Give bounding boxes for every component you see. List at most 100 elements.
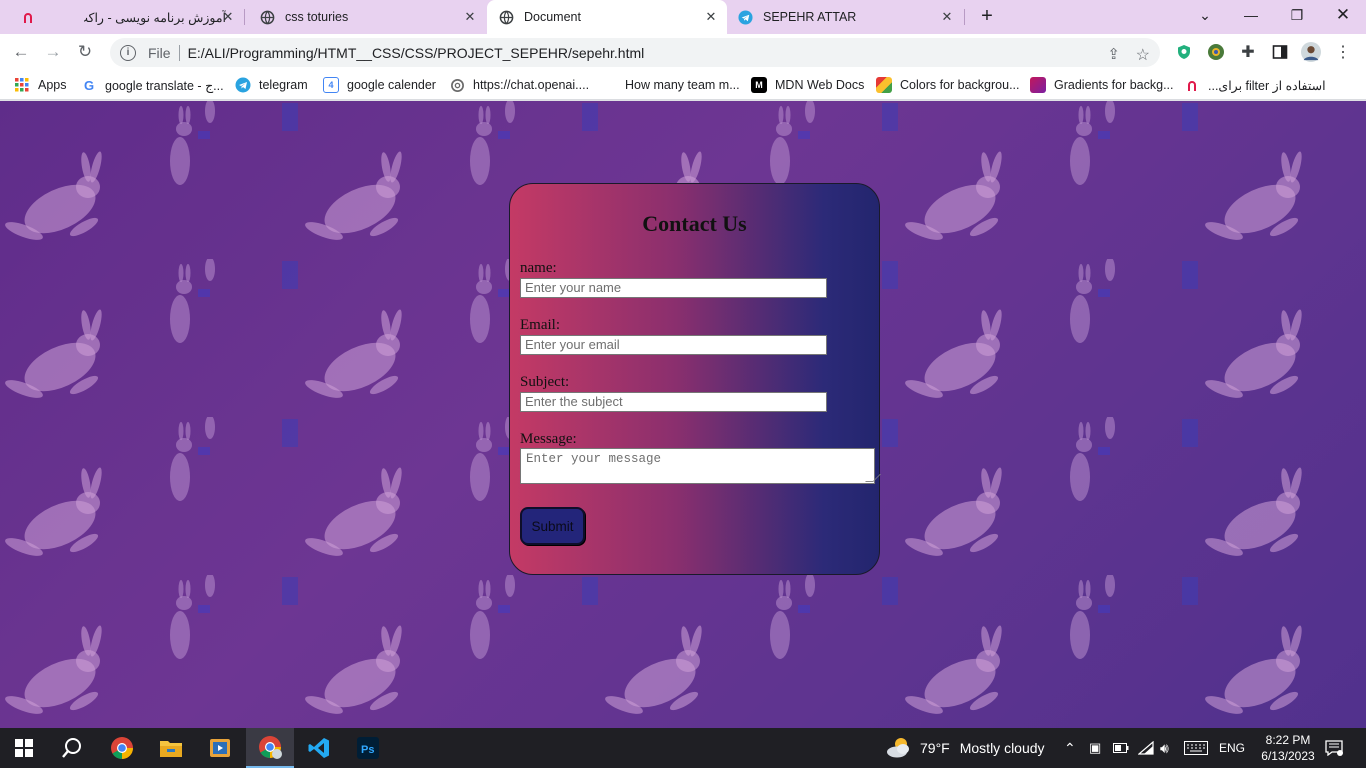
meet-now-icon[interactable]: ▣: [1089, 728, 1101, 768]
bookmark-google-calendar[interactable]: 4 google calender: [323, 75, 436, 95]
email-label: Email:: [520, 317, 560, 333]
search-icon[interactable]: [48, 728, 96, 768]
bookmark-label: MDN Web Docs: [775, 78, 865, 92]
vscode-icon[interactable]: [295, 728, 343, 768]
tab-title: آموزش برنامه نویسی - راکت: [84, 10, 226, 25]
tab-title: Document: [524, 10, 581, 24]
weather-temp: 79°F: [920, 740, 950, 756]
weather-widget[interactable]: 79°F Mostly cloudy: [886, 728, 1045, 768]
windows-start-icon[interactable]: [0, 728, 48, 768]
close-icon[interactable]: ✕: [462, 9, 478, 25]
photoshop-icon[interactable]: Ps: [344, 728, 392, 768]
tab-title: SEPEHR ATTAR: [763, 10, 857, 24]
bookmark-label: Gradients for backg...: [1054, 78, 1174, 92]
back-icon[interactable]: ←: [9, 40, 33, 64]
bookmark-google-translate[interactable]: G google translate - ج...: [81, 75, 224, 95]
globe-icon: [259, 9, 275, 25]
share-icon[interactable]: ⇪: [1107, 45, 1120, 63]
close-icon[interactable]: ✕: [939, 9, 955, 25]
avatar[interactable]: [1301, 42, 1321, 62]
bookmark-telegram[interactable]: telegram: [235, 75, 308, 95]
name-input[interactable]: Enter your name: [520, 278, 827, 298]
bookmark-team[interactable]: How many team m...: [601, 75, 740, 95]
page-viewport: Contact Us name: Enter your name Email: …: [0, 101, 1366, 728]
minimize-icon[interactable]: —: [1228, 0, 1274, 30]
clock-time: 8:22 PM: [1265, 733, 1311, 747]
resize-handle-icon[interactable]: [865, 474, 881, 482]
star-icon[interactable]: ☆: [1136, 45, 1150, 65]
tab-strip: آموزش برنامه نویسی - راکت ✕ css toturies…: [0, 0, 1366, 34]
clock[interactable]: 8:22 PM 6/13/2023: [1257, 728, 1319, 768]
email-input[interactable]: Enter your email: [520, 335, 827, 355]
file-explorer-icon[interactable]: [147, 728, 195, 768]
rocket-favicon-icon: [1184, 77, 1200, 93]
tab-search-icon[interactable]: [8, 0, 44, 34]
colors-icon: [876, 77, 892, 93]
tab-sepehr-attar[interactable]: SEPEHR ATTAR ✕: [727, 0, 963, 34]
side-panel-icon[interactable]: [1270, 42, 1290, 62]
url-text[interactable]: E:/ALI/Programming/HTMT__CSS/CSS/PROJECT…: [188, 45, 645, 61]
apps-grid-icon: [14, 77, 30, 93]
media-player-icon[interactable]: [196, 728, 244, 768]
vpn-extension-icon[interactable]: [1174, 42, 1194, 62]
bookmark-colors[interactable]: Colors for backgrou...: [876, 75, 1020, 95]
wifi-icon[interactable]: [1138, 728, 1154, 768]
volume-icon[interactable]: 🔊︎: [1160, 728, 1169, 768]
bookmark-label: https://chat.openai....: [473, 78, 590, 92]
subject-label: Subject:: [520, 374, 570, 390]
puzzle-extensions-icon[interactable]: ✚: [1238, 42, 1258, 62]
bookmark-label: Apps: [38, 78, 67, 92]
clock-date: 6/13/2023: [1261, 749, 1315, 763]
gradient-icon: [1030, 77, 1046, 93]
bookmark-label: Colors for backgrou...: [900, 78, 1020, 92]
tab-css-toturies[interactable]: css toturies ✕: [250, 0, 486, 34]
close-icon[interactable]: ✕: [220, 9, 236, 25]
bookmark-apps[interactable]: Apps: [14, 75, 67, 95]
message-placeholder: Enter your message: [526, 452, 662, 466]
submit-button[interactable]: Submit: [520, 507, 585, 545]
bookmark-label: telegram: [259, 78, 308, 92]
forward-icon[interactable]: →: [41, 40, 65, 64]
new-tab-button[interactable]: +: [976, 6, 998, 28]
reload-icon[interactable]: ↻: [73, 40, 97, 64]
address-bar[interactable]: i File E:/ALI/Programming/HTMT__CSS/CSS/…: [110, 38, 1160, 67]
bookmark-mdn[interactable]: M MDN Web Docs: [751, 75, 864, 95]
bookmark-gradients[interactable]: Gradients for backg...: [1030, 75, 1174, 95]
notifications-icon[interactable]: [1325, 728, 1343, 768]
contact-form: Contact Us name: Enter your name Email: …: [509, 183, 881, 575]
menu-kebab-icon[interactable]: ⋮: [1333, 42, 1353, 62]
google-icon: G: [83, 77, 95, 93]
bookmarks-bar: Apps G google translate - ج... telegram …: [0, 70, 1366, 100]
close-window-icon[interactable]: ✕: [1320, 0, 1366, 30]
telegram-icon: [235, 77, 251, 93]
blank-page-icon: [601, 77, 617, 93]
tab-divider: [964, 9, 965, 25]
svg-text:Ps: Ps: [361, 744, 374, 756]
mdn-icon: M: [751, 77, 767, 93]
cloudy-weather-icon: [886, 736, 912, 761]
restore-icon[interactable]: ❐: [1274, 0, 1320, 30]
chrome-active-icon[interactable]: [246, 728, 294, 768]
windows-taskbar: Ps 79°F Mostly cloudy ⌃ ▣ 🔊︎ ENG 8:22 PM…: [0, 728, 1366, 768]
tab-rocket[interactable]: آموزش برنامه نویسی - راکت ✕: [44, 0, 244, 34]
close-icon[interactable]: ✕: [703, 9, 719, 25]
battery-icon[interactable]: [1113, 728, 1129, 768]
globe-extension-icon[interactable]: [1206, 42, 1226, 62]
bookmark-chatgpt[interactable]: https://chat.openai....: [449, 75, 589, 95]
subject-input[interactable]: Enter the subject: [520, 392, 827, 412]
bookmark-label: How many team m...: [625, 78, 740, 92]
tab-document[interactable]: Document ✕: [487, 0, 727, 34]
bookmark-filter[interactable]: استفاده از filter برای...: [1184, 75, 1326, 95]
tab-title: css toturies: [285, 10, 349, 24]
chevron-up-icon[interactable]: ⌃: [1064, 728, 1076, 768]
message-textarea[interactable]: Enter your message: [520, 448, 881, 484]
form-title: Contact Us: [642, 211, 747, 236]
bookmark-label: google translate - ج...: [105, 78, 224, 93]
info-icon[interactable]: i: [120, 44, 136, 61]
chrome-icon[interactable]: [98, 728, 146, 768]
keyboard-icon[interactable]: [1184, 728, 1208, 768]
browser-toolbar: ← → ↻ i File E:/ALI/Programming/HTMT__CS…: [0, 34, 1366, 70]
tab-search-icon[interactable]: ⌄: [1182, 0, 1228, 30]
input-language[interactable]: ENG: [1219, 728, 1245, 768]
calendar-icon: 4: [323, 77, 339, 93]
